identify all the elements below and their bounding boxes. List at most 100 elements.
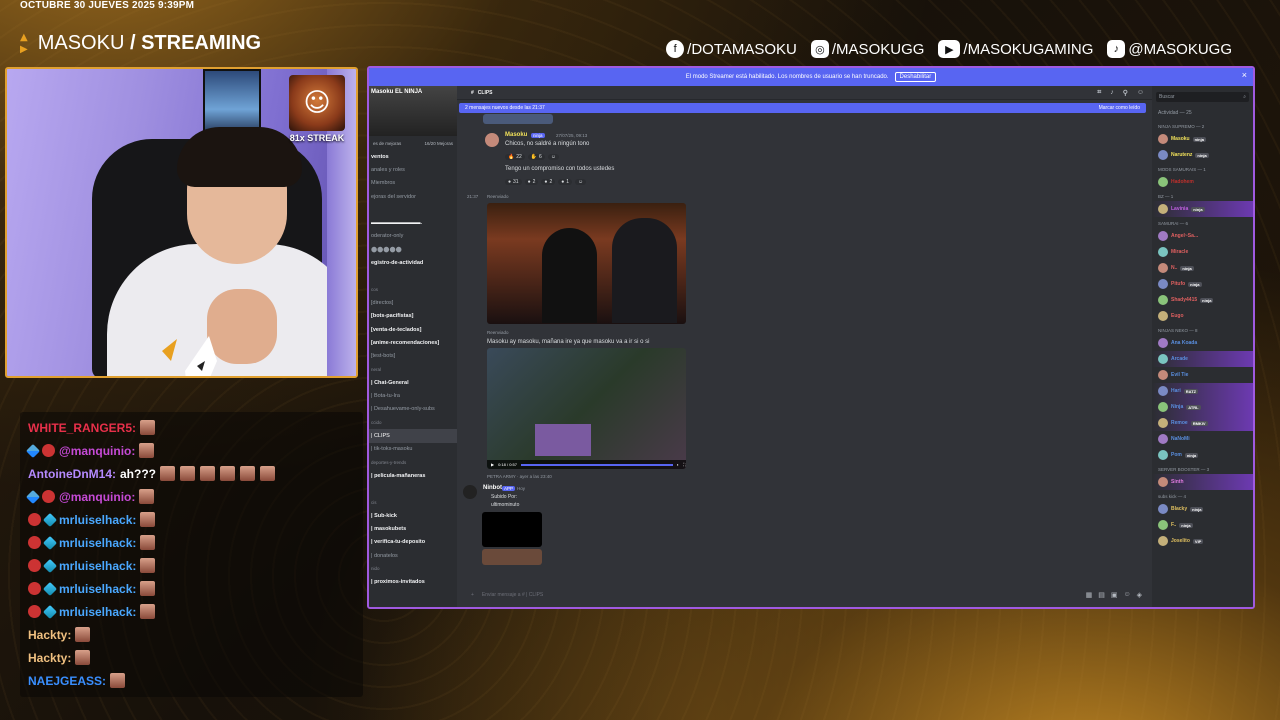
member-item[interactable]: Hari RATZ <box>1152 383 1253 399</box>
add-reaction-icon[interactable]: ☺ <box>575 178 587 185</box>
chat-username[interactable]: AntoineDnM14: <box>28 467 116 481</box>
member-item[interactable]: Pitufo ninja <box>1152 276 1253 292</box>
play-icon[interactable]: ▶ <box>491 462 494 467</box>
channel-item[interactable]: oderator-only <box>369 230 457 243</box>
chat-username[interactable]: mrluiselhack: <box>59 559 136 573</box>
channel-category[interactable]: ccido <box>369 416 457 429</box>
gift-icon[interactable]: ▦ <box>1086 591 1093 599</box>
chat-username[interactable]: mrluiselhack: <box>59 536 136 550</box>
channel-item[interactable]: | Chat-General <box>369 376 457 389</box>
channel-item[interactable]: | CLIPS <box>369 429 457 443</box>
member-item[interactable]: NaNoMi <box>1152 431 1253 447</box>
reaction[interactable]: ● 1 <box>558 178 573 185</box>
search-input[interactable]: Buscar ⌕ <box>1156 92 1249 102</box>
member-item[interactable]: Evil Tie <box>1152 367 1253 383</box>
member-item[interactable]: Joselito VIP <box>1152 533 1253 549</box>
add-reaction-icon[interactable]: ☺ <box>547 153 559 160</box>
avatar[interactable] <box>485 133 499 147</box>
channel-category[interactable]: neral <box>369 363 457 376</box>
fullscreen-icon[interactable]: ⛶ <box>683 462 686 467</box>
volume-icon[interactable]: ◐ <box>677 462 679 467</box>
video-progress[interactable] <box>520 463 673 466</box>
apps-icon[interactable]: ◈ <box>1137 591 1142 599</box>
channel-item[interactable]: | tik-toks-masoku <box>369 443 457 456</box>
channel-item[interactable]: ▬▬▬▬▬▬▬▬▬. <box>369 216 457 229</box>
channel-item[interactable]: | Bota-tu-Ira <box>369 389 457 402</box>
gif-icon[interactable]: ▤ <box>1098 591 1105 599</box>
channel-item[interactable]: ⬤⬤⬤⬤⬤ <box>369 243 457 256</box>
chat-username[interactable]: @manquinio: <box>59 444 135 458</box>
channel-item[interactable]: Miembros <box>369 177 457 190</box>
channel-item[interactable]: | Desahuevame-only-subs <box>369 403 457 416</box>
channel-item[interactable]: | Sub-kick <box>369 509 457 522</box>
chat-username[interactable]: Hackty: <box>28 628 71 642</box>
member-item[interactable]: Remoe RMKIV <box>1152 415 1253 431</box>
chat-username[interactable]: Hackty: <box>28 651 71 665</box>
bot-image-2[interactable] <box>482 549 542 565</box>
reaction[interactable]: ● 2 <box>541 178 556 185</box>
channel-item[interactable]: [bots-pacifistas] <box>369 310 457 323</box>
member-item[interactable]: Miracle <box>1152 244 1253 260</box>
channel-item[interactable]: | donatelos <box>369 549 457 562</box>
members-icon[interactable]: ☺ <box>1137 89 1144 97</box>
member-item[interactable]: Arcade <box>1152 351 1253 367</box>
plus-icon[interactable]: + <box>471 592 474 598</box>
member-item[interactable]: F.. ninja <box>1152 517 1253 533</box>
member-item[interactable]: Sinth <box>1152 474 1253 490</box>
channel-item[interactable]: ventos <box>369 150 457 163</box>
channel-item[interactable]: [test-bots] <box>369 349 457 362</box>
previous-image[interactable] <box>483 114 553 124</box>
disable-streamer-button[interactable]: Deshabilitar <box>894 72 937 82</box>
member-item[interactable]: Blacky ninja <box>1152 501 1253 517</box>
member-item[interactable]: Pom ninja <box>1152 447 1253 463</box>
member-item[interactable]: Ana Koada <box>1152 335 1253 351</box>
chat-username[interactable]: mrluiselhack: <box>59 513 136 527</box>
bot-avatar[interactable] <box>463 485 477 499</box>
member-item[interactable]: N.. ninja <box>1152 260 1253 276</box>
channel-category[interactable]: cis <box>369 496 457 509</box>
channel-category[interactable]: nido <box>369 562 457 575</box>
sticker-icon[interactable]: ▣ <box>1111 591 1118 599</box>
chat-username[interactable]: NAEJGEASS: <box>28 674 106 688</box>
reaction[interactable]: ● 31 <box>505 178 522 185</box>
server-banner[interactable]: Masoku EL NINJA <box>369 86 457 136</box>
chat-username[interactable]: WHITE_RANGER5: <box>28 421 136 435</box>
mark-read-link[interactable]: Marcar como leído <box>1099 105 1140 111</box>
member-item[interactable]: Hadohem <box>1152 174 1253 190</box>
channel-item[interactable]: | pelicula-mañaneras <box>369 469 457 482</box>
member-item[interactable]: Shady4415 ninja <box>1152 292 1253 308</box>
chat-username[interactable]: mrluiselhack: <box>59 582 136 596</box>
channel-item[interactable]: | verifica-tu-deposito <box>369 536 457 549</box>
channel-category[interactable]: cos <box>369 283 457 296</box>
chat-username[interactable]: mrluiselhack: <box>59 605 136 619</box>
threads-icon[interactable]: ⌗ <box>1097 89 1101 97</box>
channel-item[interactable]: | masokubets <box>369 522 457 535</box>
channel-item[interactable]: [directos] <box>369 296 457 309</box>
boost-bar[interactable]: es de mejoras 16/20 Mejoras <box>369 136 457 150</box>
bell-icon[interactable]: ♪ <box>1110 89 1114 97</box>
channel-item[interactable] <box>369 270 457 283</box>
channel-item[interactable] <box>369 203 457 216</box>
reaction[interactable]: ● 2 <box>524 178 539 185</box>
channel-item[interactable]: egistro-de-actividad <box>369 256 457 269</box>
channel-item[interactable]: | proximos-invitados <box>369 576 457 589</box>
chat-username[interactable]: @manquinio: <box>59 490 135 504</box>
new-messages-bar[interactable]: 2 mensajes nuevos desde las 21:37 Marcar… <box>459 103 1146 113</box>
emoji-icon[interactable]: ☺ <box>1123 591 1130 599</box>
channel-item[interactable]: [anime-recomendaciones] <box>369 336 457 349</box>
channel-item[interactable]: [venta-de-teclados] <box>369 323 457 336</box>
author-name[interactable]: Masoku <box>505 132 527 138</box>
member-item[interactable]: Lavinia ninja <box>1152 201 1253 217</box>
member-item[interactable]: Angel~Sa... <box>1152 228 1253 244</box>
bot-image[interactable] <box>482 512 542 547</box>
video-player[interactable]: ▶ 0:18 / 0:57 ◐ ⛶ <box>487 348 686 469</box>
member-item[interactable]: Masoku ninja <box>1152 131 1253 147</box>
channel-item[interactable] <box>369 482 457 495</box>
pin-icon[interactable]: ⚲ <box>1123 89 1128 97</box>
channel-category[interactable]: DEPORTES-Y-TRENDS <box>369 456 457 469</box>
member-item[interactable]: Eugo <box>1152 308 1253 324</box>
forwarded-image[interactable] <box>487 203 686 324</box>
member-item[interactable]: Narutenz ninja <box>1152 147 1253 163</box>
member-item[interactable]: Ninja ATRL <box>1152 399 1253 415</box>
channel-item[interactable]: anales y roles <box>369 163 457 176</box>
